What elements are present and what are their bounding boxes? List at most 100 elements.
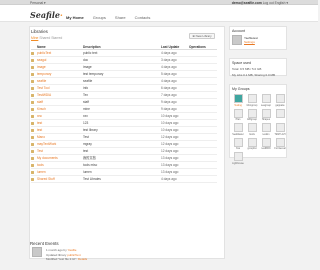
table-row[interactable]: Kirsch mine 9 days ago bbox=[31, 106, 217, 113]
library-name-link[interactable]: seafile bbox=[37, 78, 46, 85]
group-item[interactable]: gappatie bbox=[274, 94, 286, 107]
table-row[interactable]: seagui doc 3 days ago bbox=[31, 57, 217, 64]
col-name[interactable]: Name bbox=[37, 45, 46, 49]
group-avatar-icon bbox=[261, 123, 271, 132]
table-row[interactable]: mayTextWork mgray 12 days ago bbox=[31, 141, 217, 148]
group-item[interactable]: testBRN bbox=[260, 137, 272, 150]
library-name-link[interactable]: Kirsch bbox=[37, 106, 46, 113]
nav-item[interactable]: Share bbox=[115, 15, 126, 20]
account-avatar[interactable] bbox=[232, 35, 242, 45]
library-icon bbox=[31, 108, 34, 111]
group-name: Mongroup bbox=[246, 103, 258, 107]
nav-item[interactable]: Contacts bbox=[135, 15, 151, 20]
table-row[interactable]: seafile seafile 4 days ago bbox=[31, 78, 217, 85]
library-name-link[interactable]: TestWDIA bbox=[37, 92, 51, 99]
library-name-link[interactable]: Test bbox=[37, 148, 43, 155]
personal-menu[interactable]: Personal ▾ bbox=[30, 1, 46, 5]
group-item[interactable]: fina bbox=[232, 137, 244, 150]
group-item[interactable]: ltools bbox=[246, 123, 258, 136]
library-name-link[interactable]: mayTextWork bbox=[37, 141, 56, 148]
table-row[interactable]: image image 4 days ago bbox=[31, 64, 217, 71]
library-name-link[interactable]: test bbox=[37, 120, 42, 127]
library-name-link[interactable]: temporary bbox=[37, 71, 51, 78]
library-last-update: 3 days ago bbox=[161, 58, 177, 62]
table-row[interactable]: test 123 10 days ago bbox=[31, 120, 217, 127]
tab-mine[interactable]: Mine bbox=[31, 36, 38, 40]
table-row[interactable]: staff staff 9 days ago bbox=[31, 99, 217, 106]
group-item[interactable]: TESTLGH bbox=[274, 123, 286, 136]
library-name-link[interactable]: Mano bbox=[37, 134, 45, 141]
library-icon bbox=[31, 171, 34, 174]
table-row[interactable]: Shared Stuff Test Libraies 4 days ago bbox=[31, 176, 217, 183]
table-row[interactable]: tools tools misc 13 days ago bbox=[31, 162, 217, 169]
user-email[interactable]: demo@seafile.com bbox=[232, 1, 262, 5]
table-row[interactable]: test test library 10 days ago bbox=[31, 127, 217, 134]
tab-starred[interactable]: Starred bbox=[51, 36, 62, 40]
table-row[interactable]: Mano Test 12 days ago bbox=[31, 134, 217, 141]
group-item[interactable]: Lighthouse bbox=[232, 152, 244, 165]
group-item[interactable] bbox=[274, 108, 286, 122]
library-description: lumen bbox=[83, 170, 92, 174]
group-item[interactable]: Shapes bbox=[260, 108, 272, 121]
group-item[interactable]: Fornlexual bbox=[274, 137, 286, 150]
tab-shared[interactable]: Shared bbox=[39, 36, 50, 40]
library-name-link[interactable]: xnc bbox=[37, 113, 42, 120]
table-row[interactable]: publicText public text 4 days ago bbox=[31, 50, 217, 57]
group-item[interactable]: Plan bbox=[232, 108, 244, 121]
library-name-link[interactable]: My documents bbox=[37, 155, 58, 162]
main-nav: My Home Groups Share Contacts bbox=[66, 15, 150, 20]
account-settings-link[interactable]: Settings bbox=[244, 40, 255, 44]
group-item[interactable]: testkin bbox=[260, 123, 272, 136]
table-row[interactable]: My documents 我的文档 13 days ago bbox=[31, 155, 217, 162]
account-links: demo@seafile.com Log out English ▾ bbox=[231, 0, 288, 5]
group-item[interactable]: seagroup bbox=[260, 94, 272, 107]
nav-item[interactable]: My Home bbox=[66, 15, 84, 20]
library-name-link[interactable]: publicText bbox=[37, 50, 51, 57]
library-name-link[interactable]: seagui bbox=[37, 57, 46, 64]
group-item[interactable]: SeaMaster bbox=[232, 123, 244, 136]
new-library-button[interactable]: ⊕ New Library bbox=[189, 33, 215, 39]
library-last-update: 9 days ago bbox=[161, 100, 177, 104]
table-row[interactable]: temporary test temporary 5 days ago bbox=[31, 71, 217, 78]
library-name-link[interactable]: Test Tool bbox=[37, 85, 50, 92]
logout-language-links[interactable]: Log out English bbox=[263, 1, 286, 5]
library-last-update: 6 days ago bbox=[161, 86, 177, 90]
table-row[interactable]: lumen lumen 13 days ago bbox=[31, 169, 217, 176]
group-avatar-icon bbox=[261, 137, 271, 147]
library-last-update: 4 days ago bbox=[161, 51, 177, 55]
col-last-update[interactable]: Last Update bbox=[161, 45, 179, 49]
group-avatar-icon bbox=[261, 108, 271, 118]
group-avatar-icon bbox=[275, 94, 285, 103]
library-last-update: 7 days ago bbox=[161, 93, 177, 97]
group-avatar-icon bbox=[247, 94, 257, 103]
table-row[interactable]: Test test 12 days ago bbox=[31, 148, 217, 155]
account-panel: Account Yaofiletest Settings bbox=[229, 26, 287, 50]
group-item[interactable]: Testing bbox=[232, 94, 244, 107]
library-name-link[interactable]: staff bbox=[37, 99, 43, 106]
library-last-update: 13 days ago bbox=[161, 156, 179, 160]
event-details-link[interactable]: Details bbox=[78, 257, 87, 261]
table-row[interactable]: Test Tool info 6 days ago bbox=[31, 85, 217, 92]
library-tabs: Mine Shared Starred bbox=[31, 36, 62, 40]
event-user[interactable]: Yaofile bbox=[67, 248, 76, 252]
nav-item[interactable]: Groups bbox=[93, 15, 106, 20]
group-item[interactable]: Mongroup bbox=[246, 94, 258, 107]
event-library-link[interactable]: publicText bbox=[67, 253, 80, 257]
event-avatar[interactable] bbox=[32, 247, 42, 257]
main-header: Seafile· My Home Groups Share Contacts bbox=[0, 5, 318, 22]
group-item[interactable]: AtBgroup bbox=[246, 108, 258, 121]
library-name-link[interactable]: tools bbox=[37, 162, 44, 169]
library-name-link[interactable]: Shared Stuff bbox=[37, 176, 55, 183]
library-last-update: 4 days ago bbox=[161, 79, 177, 83]
library-name-link[interactable]: test bbox=[37, 127, 42, 134]
group-item[interactable]: grouplist bbox=[246, 137, 258, 150]
table-row[interactable]: xnc xxx 10 days ago bbox=[31, 113, 217, 120]
seafile-logo[interactable]: Seafile· bbox=[30, 10, 63, 20]
library-description: Test Libraies bbox=[83, 177, 101, 181]
library-last-update: 10 days ago bbox=[161, 128, 179, 132]
library-name-link[interactable]: lumen bbox=[37, 169, 46, 176]
library-last-update: 12 days ago bbox=[161, 135, 179, 139]
space-detail: My Libs 0.1 MB, Sharing 0.0 MB bbox=[232, 73, 276, 77]
table-row[interactable]: TestWDIA Tex 7 days ago bbox=[31, 92, 217, 99]
library-name-link[interactable]: image bbox=[37, 64, 46, 71]
